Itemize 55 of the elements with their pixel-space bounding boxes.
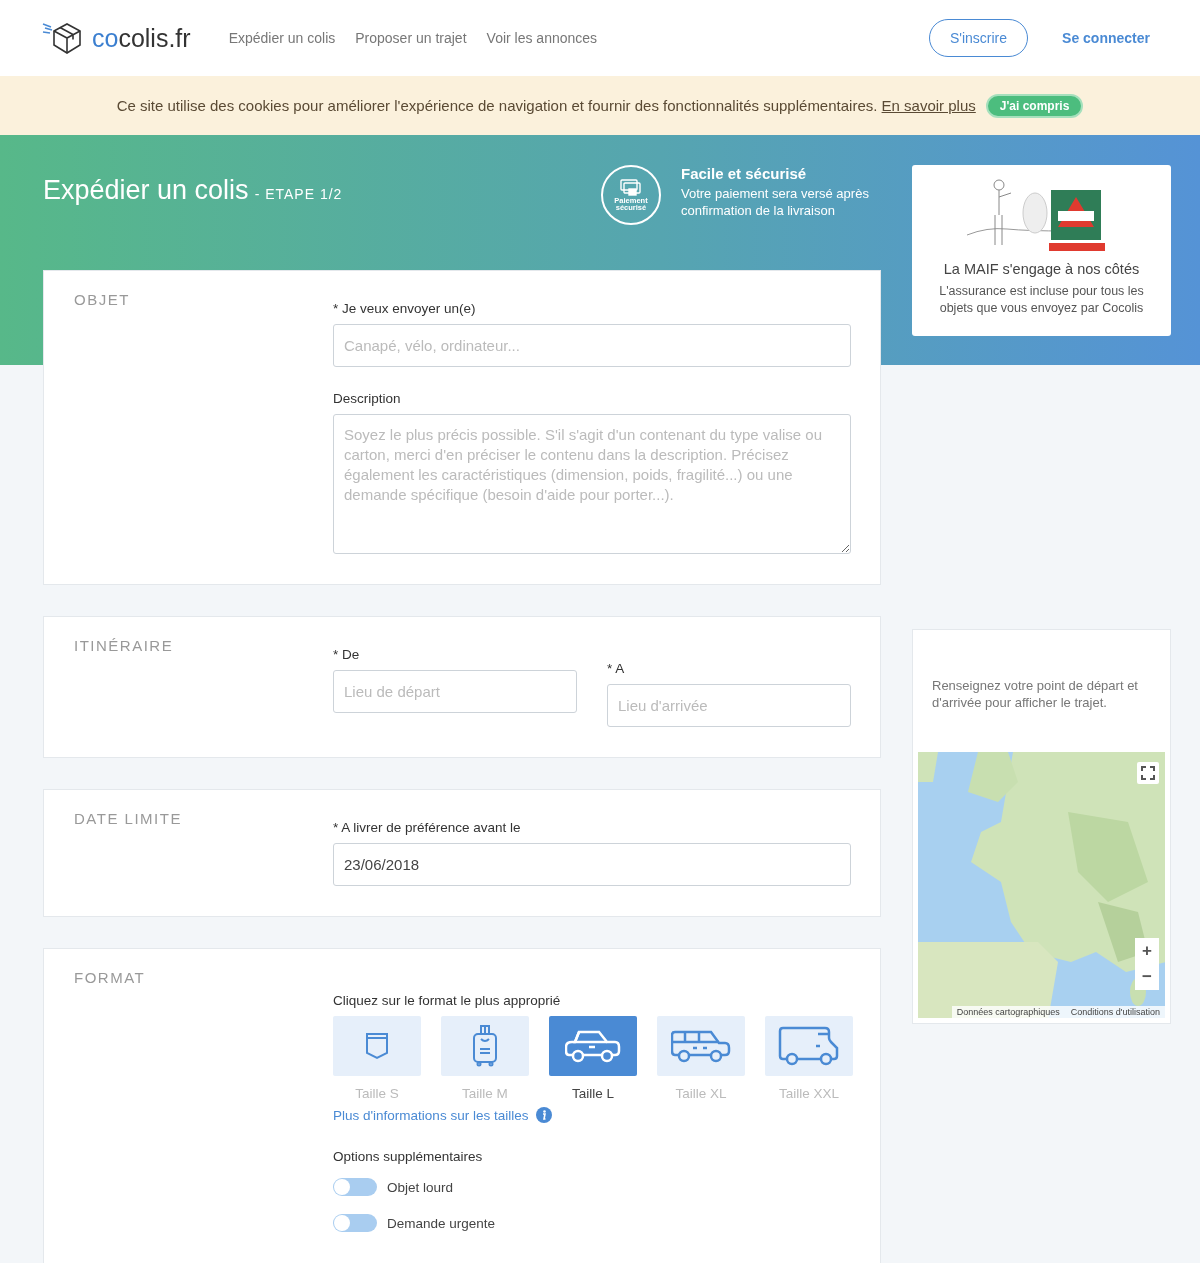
input-field[interactable]: 23/06/2018 [333,843,851,886]
field-label: Description [333,391,402,406]
page-title: Expédier un colis [43,175,249,206]
toggle-switch[interactable] [333,1178,377,1196]
section-title: ITINÉRAIRE [74,637,174,654]
learn-more-link[interactable]: En savoir plus [881,97,976,114]
toggle-switch[interactable] [333,1214,377,1232]
box-icon [42,21,82,55]
input-field[interactable]: Lieu d'arrivée [607,684,851,727]
input-field[interactable]: Lieu de départ [333,670,577,713]
size-option[interactable] [333,1016,421,1076]
field-label: * Je veux envoyer un(e) [333,301,477,316]
field-label: * A [607,661,626,676]
size-option[interactable] [657,1016,745,1076]
size-label: Taille XL [675,1086,727,1101]
logo-text[interactable]: cocolis.fr [92,23,191,53]
size-label: Taille L [572,1086,614,1101]
map-attribution-link[interactable]: Données cartographiques [951,1006,1065,1018]
minivan-icon [671,1029,731,1063]
nav-link[interactable]: Expédier un colis [228,30,336,46]
suitcase-icon [470,1025,500,1067]
login-link[interactable]: Se connecter [1062,30,1150,46]
option-label: Objet lourd [387,1179,454,1195]
size-label: Taille S [355,1086,399,1101]
field-label: * De [333,647,361,662]
fullscreen-button[interactable] [1137,762,1159,785]
section-title: DATE LIMITE [74,810,182,827]
size-option[interactable] [765,1016,853,1076]
size-label: Taille M [462,1086,508,1101]
nav-link[interactable]: Voir les annonces [486,30,598,46]
field-label: * A livrer de préférence avant le [333,820,522,835]
van-icon [778,1026,840,1066]
option-label: Demande urgente [387,1215,496,1231]
nav-link[interactable]: Proposer un trajet [355,30,467,46]
size-option[interactable] [549,1016,637,1076]
secure-title: Facile et sécurisé [681,165,808,182]
info-icon[interactable] [536,1107,553,1123]
secure-text: Votre paiement sera versé après confirmation de la livraison [681,185,870,219]
description-field[interactable]: Soyez le plus précis possible. S'il s'agit d'un contenant du type valise ou carton, merci d'en préciser le contenu dans la description. Précisez également les caractéristiques (dimension, poids, fragilité...) ou une demande spécifique (besoin d'aide pour porter...). [333,414,851,554]
input-field[interactable]: Canapé, vélo, ordinateur... [333,324,851,367]
section-title: OBJET [74,291,130,308]
step-label: - ETAPE 1/2 [254,186,343,202]
options-title: Options supplémentaires [333,1149,484,1164]
cookie-text: Ce site utilise des cookies pour améliorer l'expérience de navigation et fournir des fonctionnalités supplémentaires. En savoir plus [116,97,976,114]
car-icon [565,1029,621,1063]
insurance-title: La MAIF s'engage à nos côtés [943,261,1140,277]
sizes-info-link[interactable]: Plus d'informations sur les tailles [333,1107,529,1123]
field-label: Cliquez sur le format le plus approprié [333,993,562,1008]
section-title: FORMAT [74,969,146,986]
map-attribution-link[interactable]: Conditions d'utilisation [1065,1006,1165,1018]
signup-button[interactable]: S'inscrire [928,19,1029,57]
insurance-text: L'assurance est incluse pour tous les objets que vous envoyez par Cocolis [938,283,1145,317]
size-option[interactable] [441,1016,529,1076]
size-label: Taille XXL [778,1086,839,1101]
map-message: Renseignez votre point de départ et d'arrivée pour afficher le trajet. [931,677,1139,712]
